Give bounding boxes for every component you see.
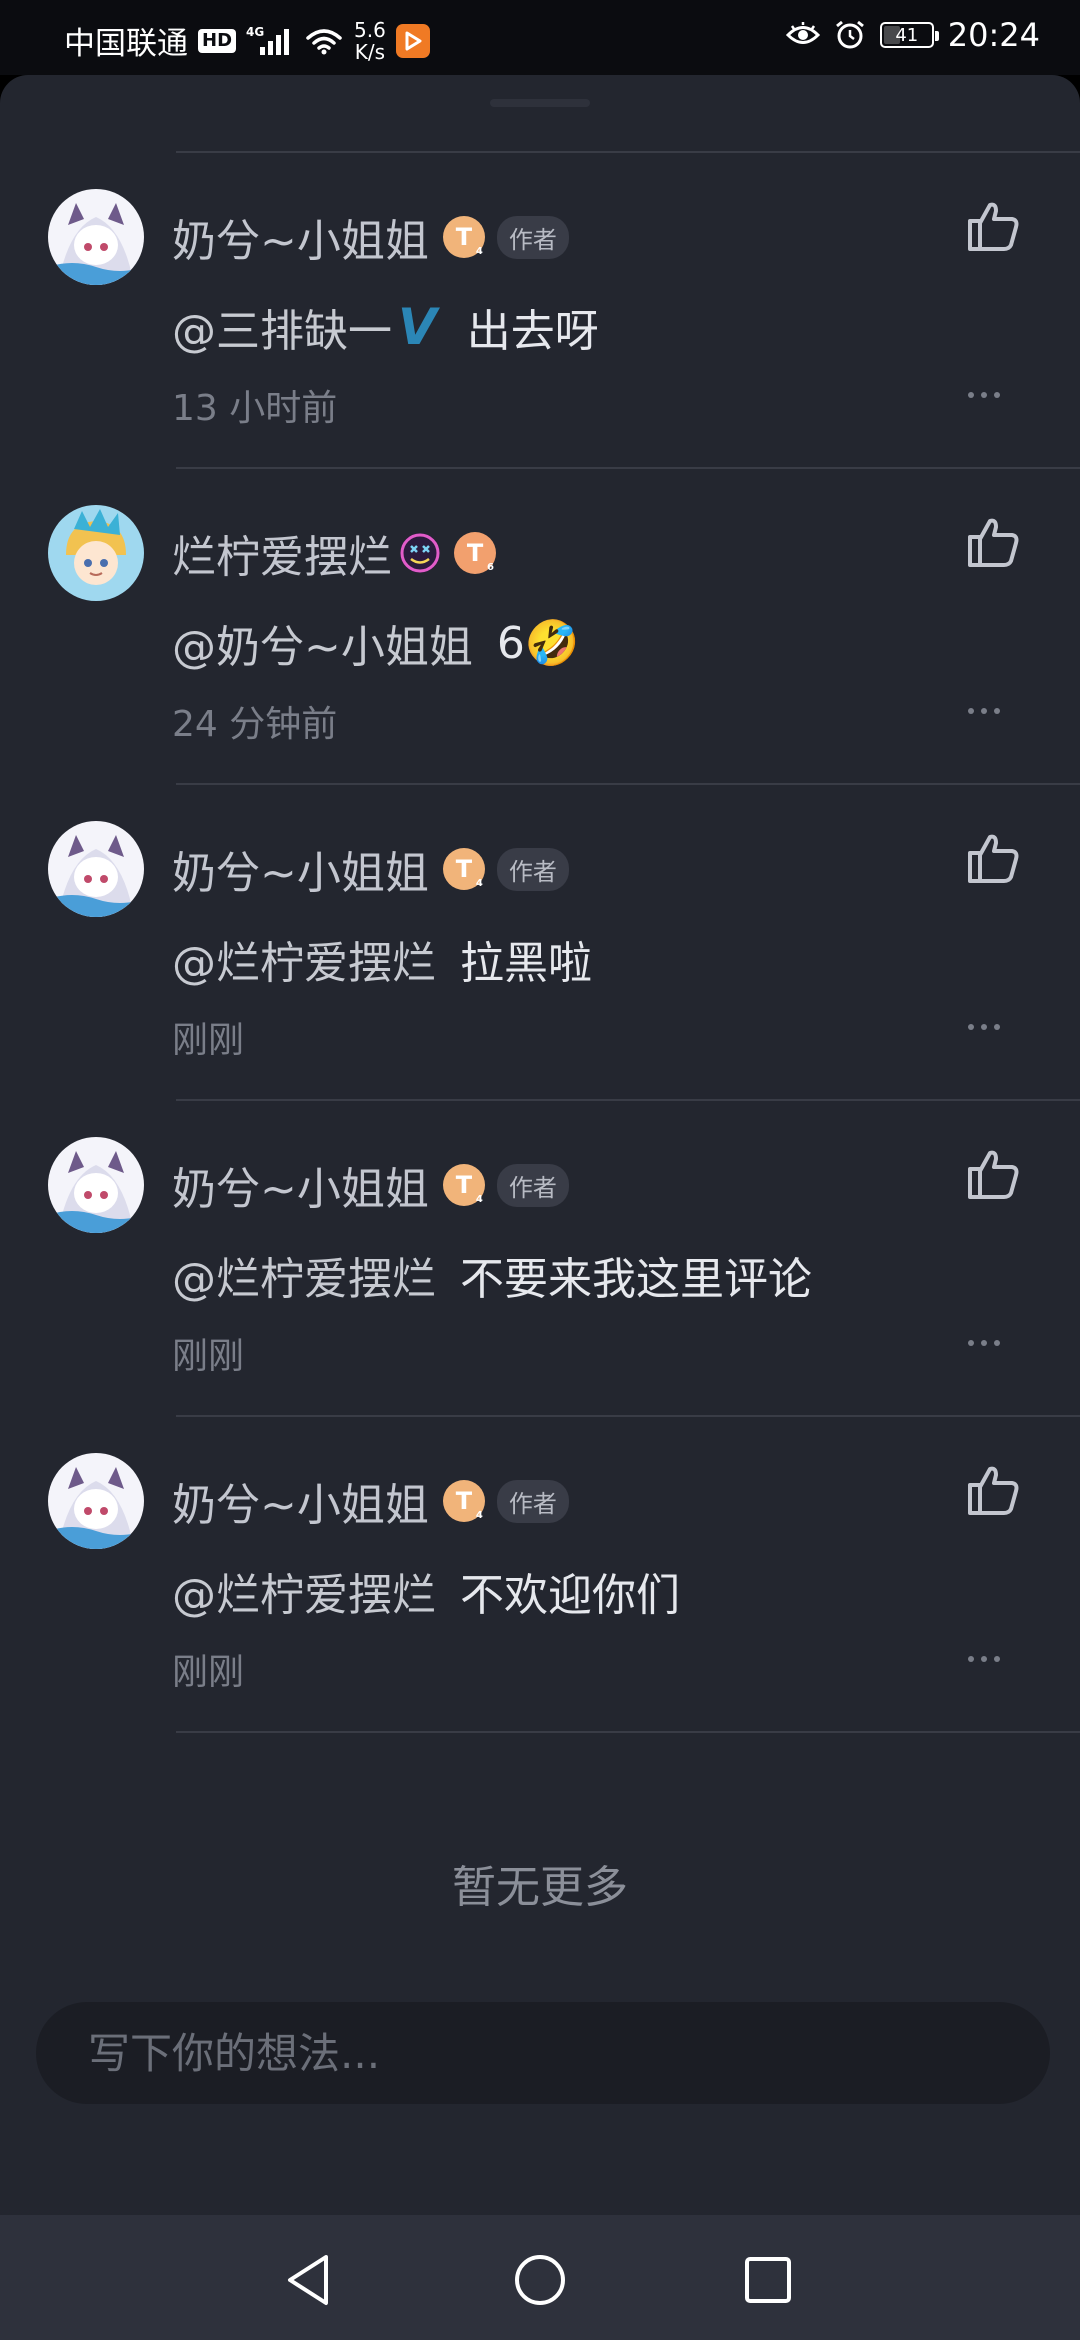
level-badge: T6 [454,532,496,574]
avatar[interactable] [48,505,144,601]
username[interactable]: 奶兮~小姐姐 [172,1153,429,1217]
network-speed: 5.6 K/s [354,19,386,63]
comment-header: 烂柠爱摆烂 T6 [172,523,496,583]
comment-time: 24 分钟前 [172,704,338,745]
comment-text[interactable]: @烂柠爱摆烂 不要来我这里评论 [172,1243,812,1307]
level-badge-label: T [455,1487,473,1515]
username[interactable]: 奶兮~小姐姐 [172,205,429,269]
system-navigation-bar [0,2215,1080,2340]
emoji-decoration-icon [400,533,440,573]
comment-body: 不欢迎你们 [460,1570,680,1621]
level-badge: T4 [442,848,485,890]
comment-time: 刚刚 [172,1020,245,1061]
avatar[interactable] [48,189,144,285]
comment-time: 13 小时前 [172,388,338,429]
level-badge-label: T [466,539,484,567]
alarm-icon [835,20,864,49]
level-badge: T4 [442,1480,485,1522]
signal-icon: 4G [246,23,294,59]
no-more-label: 暂无更多 [452,1862,628,1913]
comment-body: 6🤣 [496,618,580,669]
thumbs-up-icon[interactable] [962,1141,1026,1205]
comment-time: 刚刚 [172,1336,245,1377]
mention[interactable]: @奶兮~小姐姐 [172,611,473,675]
comment-item[interactable]: 奶兮~小姐姐 T4 作者 @烂柠爱摆烂 拉黑啦 刚刚 [0,785,1080,1101]
more-options-icon[interactable] [968,699,1012,723]
level-badge: T4 [442,1164,485,1206]
battery-icon: 41 [879,22,939,48]
thumbs-up-icon[interactable] [962,1457,1026,1521]
comment-header: 奶兮~小姐姐 T4 作者 [172,207,569,267]
author-tag: 作者 [496,215,569,259]
sheet-drag-handle[interactable] [490,99,590,107]
author-tag: 作者 [496,847,569,891]
username[interactable]: 奶兮~小姐姐 [172,1469,429,1533]
avatar[interactable] [48,1453,144,1549]
author-tag: 作者 [496,1479,569,1523]
comment-input[interactable] [36,2002,1050,2104]
home-icon[interactable] [505,2245,575,2315]
author-tag: 作者 [496,1163,569,1207]
more-options-icon[interactable] [968,1015,1012,1039]
comment-body: 拉黑啦 [460,938,592,989]
comment-body: 出去呀 [466,306,599,357]
level-badge-label: T [455,1171,473,1199]
avatar[interactable] [48,1137,144,1233]
status-bar-left: 中国联通 HD 4G 5.6 K/s [64,18,430,63]
mention[interactable]: @烂柠爱摆烂 [172,1243,436,1307]
comment-item[interactable]: 奶兮~小姐姐 T4 作者 @三排缺一 V 出去呀 13 小时前 [0,153,1080,469]
recents-icon[interactable] [733,2245,803,2315]
network-speed-unit: K/s [354,39,386,64]
avatar[interactable] [48,821,144,917]
comment-header: 奶兮~小姐姐 T4 作者 [172,1155,569,1215]
comment-item[interactable]: 奶兮~小姐姐 T4 作者 @烂柠爱摆烂 不欢迎你们 刚刚 [0,1417,1080,1733]
comment-body: 不要来我这里评论 [460,1254,812,1305]
comments-sheet: 奶兮~小姐姐 T4 作者 @三排缺一 V 出去呀 13 小时前 烂柠爱摆烂 T … [0,75,1080,2215]
thumbs-up-icon[interactable] [962,509,1026,573]
network-speed-value: 5.6 [354,17,386,42]
thumbs-up-icon[interactable] [962,193,1026,257]
username[interactable]: 奶兮~小姐姐 [172,837,429,901]
clock: 20:24 [947,16,1040,54]
carrier-name: 中国联通 [64,26,188,62]
back-icon[interactable] [274,2245,344,2315]
battery-level: 41 [895,24,919,46]
status-bar: 中国联通 HD 4G 5.6 K/s 41 20:24 [0,0,1080,75]
hd-badge: HD [198,28,237,53]
eye-comfort-icon [785,22,820,44]
status-bar-right: 41 20:24 [785,16,1040,54]
username[interactable]: 烂柠爱摆烂 [172,521,392,585]
level-badge-label: T [455,855,473,883]
level-badge-label: T [455,223,473,251]
mention[interactable]: @烂柠爱摆烂 [172,927,436,991]
more-options-icon[interactable] [968,1331,1012,1355]
comment-header: 奶兮~小姐姐 T4 作者 [172,1471,569,1531]
comment-item[interactable]: 奶兮~小姐姐 T4 作者 @烂柠爱摆烂 不要来我这里评论 刚刚 [0,1101,1080,1417]
thumbs-up-icon[interactable] [962,825,1026,889]
level-badge: T4 [442,216,485,258]
comment-text[interactable]: @烂柠爱摆烂 不欢迎你们 [172,1559,680,1623]
comment-time: 刚刚 [172,1652,245,1693]
mention[interactable]: @三排缺一 [172,295,392,359]
wifi-icon [306,28,342,54]
divider [176,1731,1080,1733]
comment-item[interactable]: 烂柠爱摆烂 T6 @奶兮~小姐姐 6🤣 24 分钟前 [0,469,1080,785]
mention[interactable]: @烂柠爱摆烂 [172,1559,436,1623]
screen: 中国联通 HD 4G 5.6 K/s 41 20:24 奶兮~小姐姐 T 4 作… [0,0,1080,2340]
more-options-icon[interactable] [968,383,1012,407]
comment-text[interactable]: @奶兮~小姐姐 6🤣 [172,611,580,675]
comment-text[interactable]: @三排缺一 V 出去呀 [172,295,599,359]
comment-text[interactable]: @烂柠爱摆烂 拉黑啦 [172,927,592,991]
app-notification-icon [395,23,430,58]
more-options-icon[interactable] [968,1647,1012,1671]
comment-input-bar[interactable] [36,2002,1050,2104]
verified-badge: V [398,298,437,356]
comment-header: 奶兮~小姐姐 T4 作者 [172,839,569,899]
